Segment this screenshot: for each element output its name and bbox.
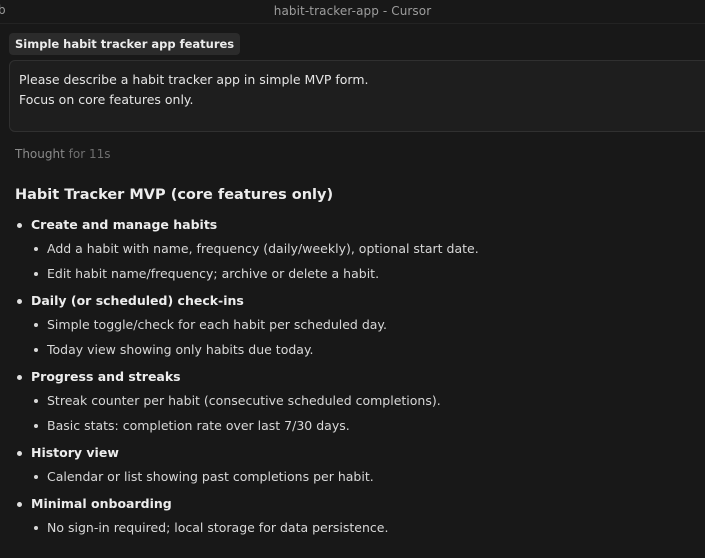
- thought-duration: for 11s: [68, 147, 111, 161]
- window-title: habit-tracker-app - Cursor: [273, 4, 432, 18]
- user-prompt-box[interactable]: Please describe a habit tracker app in s…: [9, 60, 705, 132]
- section-label: Minimal onboarding: [31, 496, 172, 511]
- prompt-line: Focus on core features only.: [19, 92, 194, 107]
- title-bar: b habit-tracker-app - Cursor: [0, 0, 705, 24]
- list-item: Simple toggle/check for each habit per s…: [31, 315, 705, 335]
- thought-toggle[interactable]: Thought for 11s: [15, 147, 110, 161]
- list-item: Basic stats: completion rate over last 7…: [31, 416, 705, 436]
- section-items: No sign-in required; local storage for d…: [31, 518, 705, 538]
- feature-section: Minimal onboarding No sign-in required; …: [15, 494, 705, 538]
- assistant-response: Habit Tracker MVP (core features only) C…: [15, 184, 705, 545]
- list-item: Streak counter per habit (consecutive sc…: [31, 391, 705, 411]
- feature-list: Create and manage habits Add a habit wit…: [15, 215, 705, 538]
- list-item: Edit habit name/frequency; archive or de…: [31, 264, 705, 284]
- chat-title-chip[interactable]: Simple habit tracker app features: [9, 33, 241, 55]
- response-heading: Habit Tracker MVP (core features only): [15, 187, 334, 203]
- list-item: Calendar or list showing past completion…: [31, 467, 705, 487]
- feature-section: Create and manage habits Add a habit wit…: [15, 215, 705, 284]
- feature-section: Daily (or scheduled) check-ins Simple to…: [15, 291, 705, 360]
- section-items: Simple toggle/check for each habit per s…: [31, 315, 705, 360]
- section-label: Progress and streaks: [31, 369, 181, 384]
- section-items: Calendar or list showing past completion…: [31, 467, 705, 487]
- feature-section: History view Calendar or list showing pa…: [15, 443, 705, 487]
- list-item: Today view showing only habits due today…: [31, 340, 705, 360]
- section-items: Add a habit with name, frequency (daily/…: [31, 239, 705, 284]
- feature-section: Progress and streaks Streak counter per …: [15, 367, 705, 436]
- list-item: No sign-in required; local storage for d…: [31, 518, 705, 538]
- section-items: Streak counter per habit (consecutive sc…: [31, 391, 705, 436]
- prompt-line: Please describe a habit tracker app in s…: [19, 72, 369, 87]
- list-item: Add a habit with name, frequency (daily/…: [31, 239, 705, 259]
- section-label: Create and manage habits: [31, 217, 218, 232]
- section-label: Daily (or scheduled) check-ins: [31, 293, 244, 308]
- section-label: History view: [31, 445, 119, 460]
- thought-label: Thought: [15, 147, 65, 161]
